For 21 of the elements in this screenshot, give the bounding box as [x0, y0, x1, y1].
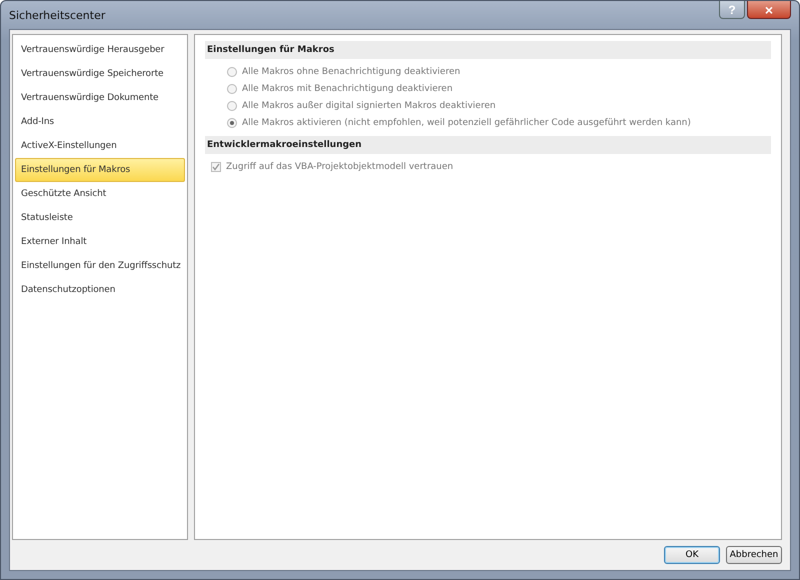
window-title: Sicherheitscenter: [9, 8, 106, 22]
sidebar-item[interactable]: Datenschutzoptionen: [15, 278, 185, 302]
option-label: Alle Makros ohne Benachrichtigung deaktivieren: [242, 67, 460, 77]
option-label: Alle Makros mit Benachrichtigung deaktivieren: [242, 84, 453, 94]
sidebar-item[interactable]: Einstellungen für den Zugriffsschutz: [15, 254, 185, 278]
sidebar-item[interactable]: Vertrauenswürdige Speicherorte: [15, 62, 185, 86]
section-header: Entwicklermakroeinstellungen: [205, 136, 771, 154]
sidebar-item[interactable]: Statusleiste: [15, 206, 185, 230]
sidebar-item[interactable]: Vertrauenswürdige Dokumente: [15, 86, 185, 110]
dialog-button[interactable]: Abbrechen: [726, 546, 782, 564]
sidebar-item[interactable]: ActiveX-Einstellungen: [15, 134, 185, 158]
option-label: Zugriff auf das VBA-Projektobjektmodell vertrauen: [226, 162, 454, 172]
section-header: Einstellungen für Makros: [205, 41, 771, 59]
dialog-button[interactable]: OK: [664, 546, 720, 564]
option-label: Alle Makros außer digital signierten Makros deaktivieren: [242, 101, 496, 111]
sidebar-item[interactable]: Einstellungen für Makros: [15, 158, 185, 182]
sidebar-item[interactable]: Add-Ins: [15, 110, 185, 134]
sidebar-item[interactable]: Vertrauenswürdige Herausgeber: [15, 38, 185, 62]
option-label: Alle Makros aktivieren (nicht empfohlen, weil potenziell gefährlicher Code ausgeführt werden kann): [242, 118, 691, 128]
sidebar-item[interactable]: Geschützte Ansicht: [15, 182, 185, 206]
sidebar-item[interactable]: Externer Inhalt: [15, 230, 185, 254]
